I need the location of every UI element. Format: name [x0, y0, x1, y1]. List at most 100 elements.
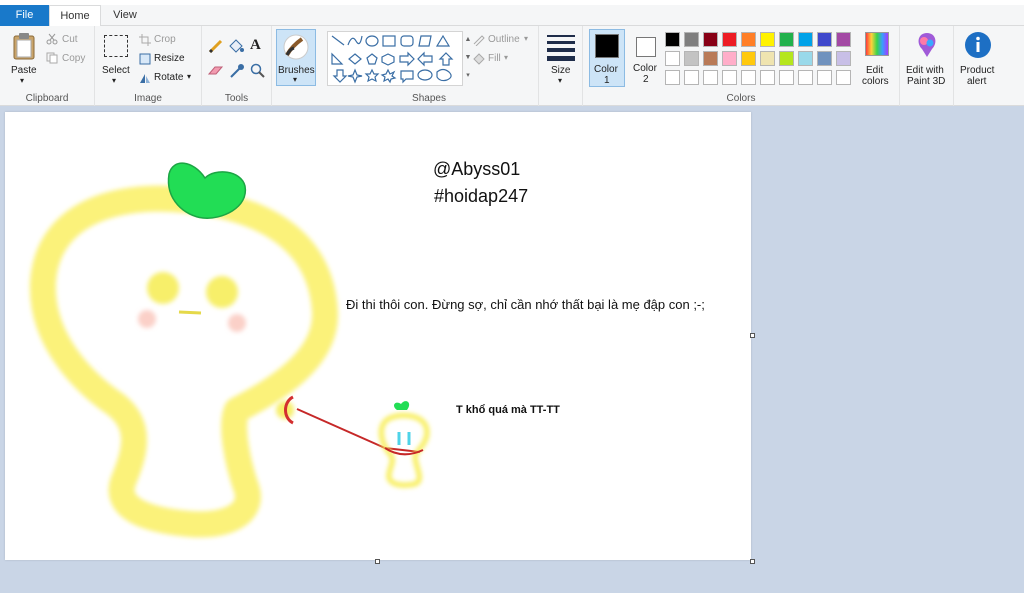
resize-handle-bottom[interactable] — [375, 559, 380, 564]
palette-swatch[interactable] — [722, 51, 737, 66]
rainbow-icon — [865, 32, 889, 56]
palette-swatch[interactable] — [836, 70, 851, 85]
palette-swatch[interactable] — [798, 51, 813, 66]
size-label: Size — [551, 65, 571, 76]
palette-swatch[interactable] — [722, 70, 737, 85]
color2-button[interactable]: Color 2 — [629, 29, 665, 87]
eraser-icon[interactable] — [208, 64, 224, 78]
color2-swatch — [636, 37, 656, 57]
palette-swatch[interactable] — [684, 70, 699, 85]
product-alert-label-1: Product — [960, 65, 995, 76]
palette-swatch[interactable] — [665, 70, 680, 85]
chevron-down-icon: ▾ — [524, 34, 529, 43]
clipboard-group-label: Clipboard — [25, 93, 69, 104]
resize-handle-corner[interactable] — [750, 559, 755, 564]
palette-swatch[interactable] — [817, 70, 832, 85]
tab-view[interactable]: View — [103, 5, 147, 26]
palette-swatch[interactable] — [817, 51, 832, 66]
palette-swatch[interactable] — [779, 51, 794, 66]
palette-swatch[interactable] — [703, 32, 718, 47]
group-colors: Color 1 Color 2 Edit colors Colors — [583, 26, 900, 106]
chevron-down-icon: ▾ — [112, 76, 117, 85]
rotate-button[interactable]: Rotate — [154, 72, 183, 83]
drawing-canvas[interactable]: @Abyss01 #hoidap247 Đi thi thôi con. Đừn… — [5, 112, 751, 560]
shapes-gallery[interactable] — [327, 31, 463, 86]
cut-button[interactable]: Cut — [62, 34, 78, 45]
chevron-down-icon: ▾ — [504, 53, 509, 62]
palette-swatch[interactable] — [836, 51, 851, 66]
palette-swatch[interactable] — [798, 32, 813, 47]
palette-swatch[interactable] — [741, 51, 756, 66]
pencil-icon[interactable] — [208, 38, 224, 54]
resize-button[interactable]: Resize — [154, 53, 185, 64]
crop-button[interactable]: Crop — [154, 34, 176, 45]
rotate-icon — [140, 74, 150, 83]
resize-handle-right[interactable] — [750, 333, 755, 338]
paste-button[interactable]: Paste ▾ — [6, 29, 40, 87]
palette-swatch[interactable] — [703, 51, 718, 66]
shapes-gallery-icons — [331, 34, 454, 84]
edit-colors-button[interactable]: Edit colors — [860, 29, 900, 89]
outline-button[interactable]: Outline — [488, 34, 520, 45]
paint3d-icon — [918, 33, 936, 57]
hashtag-text: #hoidap247 — [434, 186, 529, 206]
palette-swatch[interactable] — [722, 32, 737, 47]
palette-swatch[interactable] — [665, 32, 680, 47]
palette-swatch[interactable] — [684, 51, 699, 66]
palette-swatch[interactable] — [760, 70, 775, 85]
group-product-alert[interactable]: Product alert — [954, 26, 1004, 106]
color-picker-icon[interactable] — [229, 63, 245, 79]
size-button[interactable]: Size ▾ — [544, 31, 578, 89]
outline-icon — [473, 35, 485, 46]
edit-colors-label-1: Edit — [866, 65, 884, 76]
palette-swatch[interactable] — [779, 32, 794, 47]
message-text: Đi thi thôi con. Đừng sợ, chỉ cần nhớ th… — [346, 297, 705, 312]
color1-button[interactable]: Color 1 — [589, 29, 625, 87]
scissors-icon — [46, 33, 58, 45]
chevron-down-icon: ▾ — [558, 76, 563, 85]
palette-swatch[interactable] — [798, 70, 813, 85]
tab-home[interactable]: Home — [49, 5, 101, 27]
mascot-mouth — [178, 310, 202, 315]
palette-swatch[interactable] — [779, 70, 794, 85]
mascot-cheek-left — [138, 310, 156, 328]
drawing-art — [29, 162, 430, 538]
copy-icon — [46, 52, 58, 64]
magnifier-icon[interactable] — [250, 63, 266, 79]
palette-swatch[interactable] — [665, 51, 680, 66]
color1-label: Color — [594, 64, 618, 75]
palette-swatch[interactable] — [836, 32, 851, 47]
group-paint3d[interactable]: Edit with Paint 3D — [900, 26, 954, 106]
fill-bucket-icon[interactable] — [228, 38, 244, 54]
fill-button[interactable]: Fill — [488, 53, 501, 64]
line-width-icon — [547, 35, 575, 61]
color2-number: 2 — [643, 74, 649, 85]
palette-swatch[interactable] — [817, 32, 832, 47]
small-sprout-leaf — [394, 401, 410, 410]
chevron-down-icon: ▾ — [20, 76, 25, 85]
palette-swatch[interactable] — [760, 32, 775, 47]
brush-icon — [283, 34, 309, 60]
shapes-group-label: Shapes — [412, 93, 446, 104]
colors-group-label: Colors — [726, 93, 756, 104]
copy-button[interactable]: Copy — [62, 53, 85, 64]
palette-swatch[interactable] — [741, 70, 756, 85]
select-button[interactable]: Select ▾ — [100, 31, 132, 89]
brushes-button[interactable]: Brushes ▾ — [276, 29, 316, 86]
palette-swatch[interactable] — [684, 32, 699, 47]
text-tool-icon[interactable]: A — [250, 37, 261, 54]
clipboard-icon — [13, 33, 35, 60]
info-icon — [965, 32, 991, 58]
ribbon-home: Paste ▾ Cut Copy Clipboard Select ▾ Crop… — [0, 26, 1024, 106]
palette-swatch[interactable] — [760, 51, 775, 66]
chevron-down-icon: ▾ — [187, 72, 192, 81]
palette-swatch[interactable] — [741, 32, 756, 47]
tab-file[interactable]: File — [0, 5, 49, 26]
fill-icon — [473, 53, 485, 65]
group-image: Select ▾ Crop Resize Rotate ▾ Image — [95, 26, 202, 106]
palette-swatch[interactable] — [703, 70, 718, 85]
group-tools: A Tools — [202, 26, 272, 106]
mascot-outline — [29, 185, 338, 538]
paint3d-label-1: Edit with — [906, 65, 944, 76]
group-clipboard: Paste ▾ Cut Copy Clipboard — [0, 26, 95, 106]
